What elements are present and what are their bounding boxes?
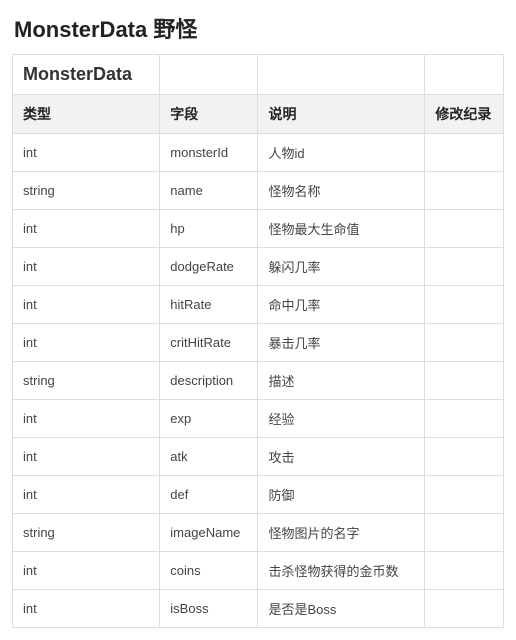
table-title: MonsterData [13, 55, 160, 95]
cell-log [425, 552, 504, 590]
data-table: MonsterData 类型 字段 说明 修改纪录 intmonsterId人物… [12, 54, 504, 628]
header-field: 字段 [160, 95, 258, 134]
table-row: stringname怪物名称 [13, 172, 504, 210]
cell-field: def [160, 476, 258, 514]
cell-log [425, 476, 504, 514]
table-row: intatk攻击 [13, 438, 504, 476]
cell-desc: 是否是Boss [258, 590, 425, 628]
cell-type: string [13, 514, 160, 552]
cell-log [425, 286, 504, 324]
table-row: intcritHitRate暴击几率 [13, 324, 504, 362]
cell-field: name [160, 172, 258, 210]
table-row: intmonsterId人物id [13, 134, 504, 172]
cell-log [425, 324, 504, 362]
cell-desc: 暴击几率 [258, 324, 425, 362]
cell-field: isBoss [160, 590, 258, 628]
cell-type: int [13, 134, 160, 172]
cell-field: dodgeRate [160, 248, 258, 286]
page-title: MonsterData 野怪 [12, 12, 504, 44]
cell-field: atk [160, 438, 258, 476]
header-desc: 说明 [258, 95, 425, 134]
cell-type: int [13, 590, 160, 628]
cell-log [425, 172, 504, 210]
table-row: intisBoss是否是Boss [13, 590, 504, 628]
header-log: 修改纪录 [425, 95, 504, 134]
cell-desc: 怪物最大生命值 [258, 210, 425, 248]
table-row: intcoins击杀怪物获得的金币数 [13, 552, 504, 590]
cell-desc: 经验 [258, 400, 425, 438]
table-row: stringdescription描述 [13, 362, 504, 400]
cell-log [425, 362, 504, 400]
cell-log [425, 590, 504, 628]
cell-field: critHitRate [160, 324, 258, 362]
cell-type: int [13, 210, 160, 248]
cell-type: int [13, 438, 160, 476]
cell-type: string [13, 172, 160, 210]
table-row: stringimageName怪物图片的名字 [13, 514, 504, 552]
table-body: intmonsterId人物idstringname怪物名称inthp怪物最大生… [13, 134, 504, 628]
cell-log [425, 438, 504, 476]
cell-desc: 躲闪几率 [258, 248, 425, 286]
table-row: intdef防御 [13, 476, 504, 514]
cell-desc: 防御 [258, 476, 425, 514]
cell-desc: 攻击 [258, 438, 425, 476]
cell-field: hp [160, 210, 258, 248]
cell-desc: 命中几率 [258, 286, 425, 324]
cell-type: int [13, 400, 160, 438]
cell-field: exp [160, 400, 258, 438]
cell-desc: 怪物名称 [258, 172, 425, 210]
cell-desc: 击杀怪物获得的金币数 [258, 552, 425, 590]
cell-desc: 怪物图片的名字 [258, 514, 425, 552]
cell-desc: 人物id [258, 134, 425, 172]
cell-type: int [13, 324, 160, 362]
table-row: inthp怪物最大生命值 [13, 210, 504, 248]
cell-field: imageName [160, 514, 258, 552]
table-row: intexp经验 [13, 400, 504, 438]
table-row: intdodgeRate躲闪几率 [13, 248, 504, 286]
cell-log [425, 400, 504, 438]
cell-field: monsterId [160, 134, 258, 172]
cell-log [425, 210, 504, 248]
header-type: 类型 [13, 95, 160, 134]
cell-type: int [13, 552, 160, 590]
cell-desc: 描述 [258, 362, 425, 400]
cell-log [425, 514, 504, 552]
cell-type: int [13, 286, 160, 324]
table-title-blank [425, 55, 504, 95]
table-title-blank [160, 55, 258, 95]
table-title-row: MonsterData [13, 55, 504, 95]
cell-field: hitRate [160, 286, 258, 324]
cell-type: int [13, 248, 160, 286]
cell-type: string [13, 362, 160, 400]
table-header-row: 类型 字段 说明 修改纪录 [13, 95, 504, 134]
cell-field: description [160, 362, 258, 400]
table-title-blank [258, 55, 425, 95]
cell-log [425, 248, 504, 286]
cell-type: int [13, 476, 160, 514]
cell-log [425, 134, 504, 172]
cell-field: coins [160, 552, 258, 590]
table-row: inthitRate命中几率 [13, 286, 504, 324]
